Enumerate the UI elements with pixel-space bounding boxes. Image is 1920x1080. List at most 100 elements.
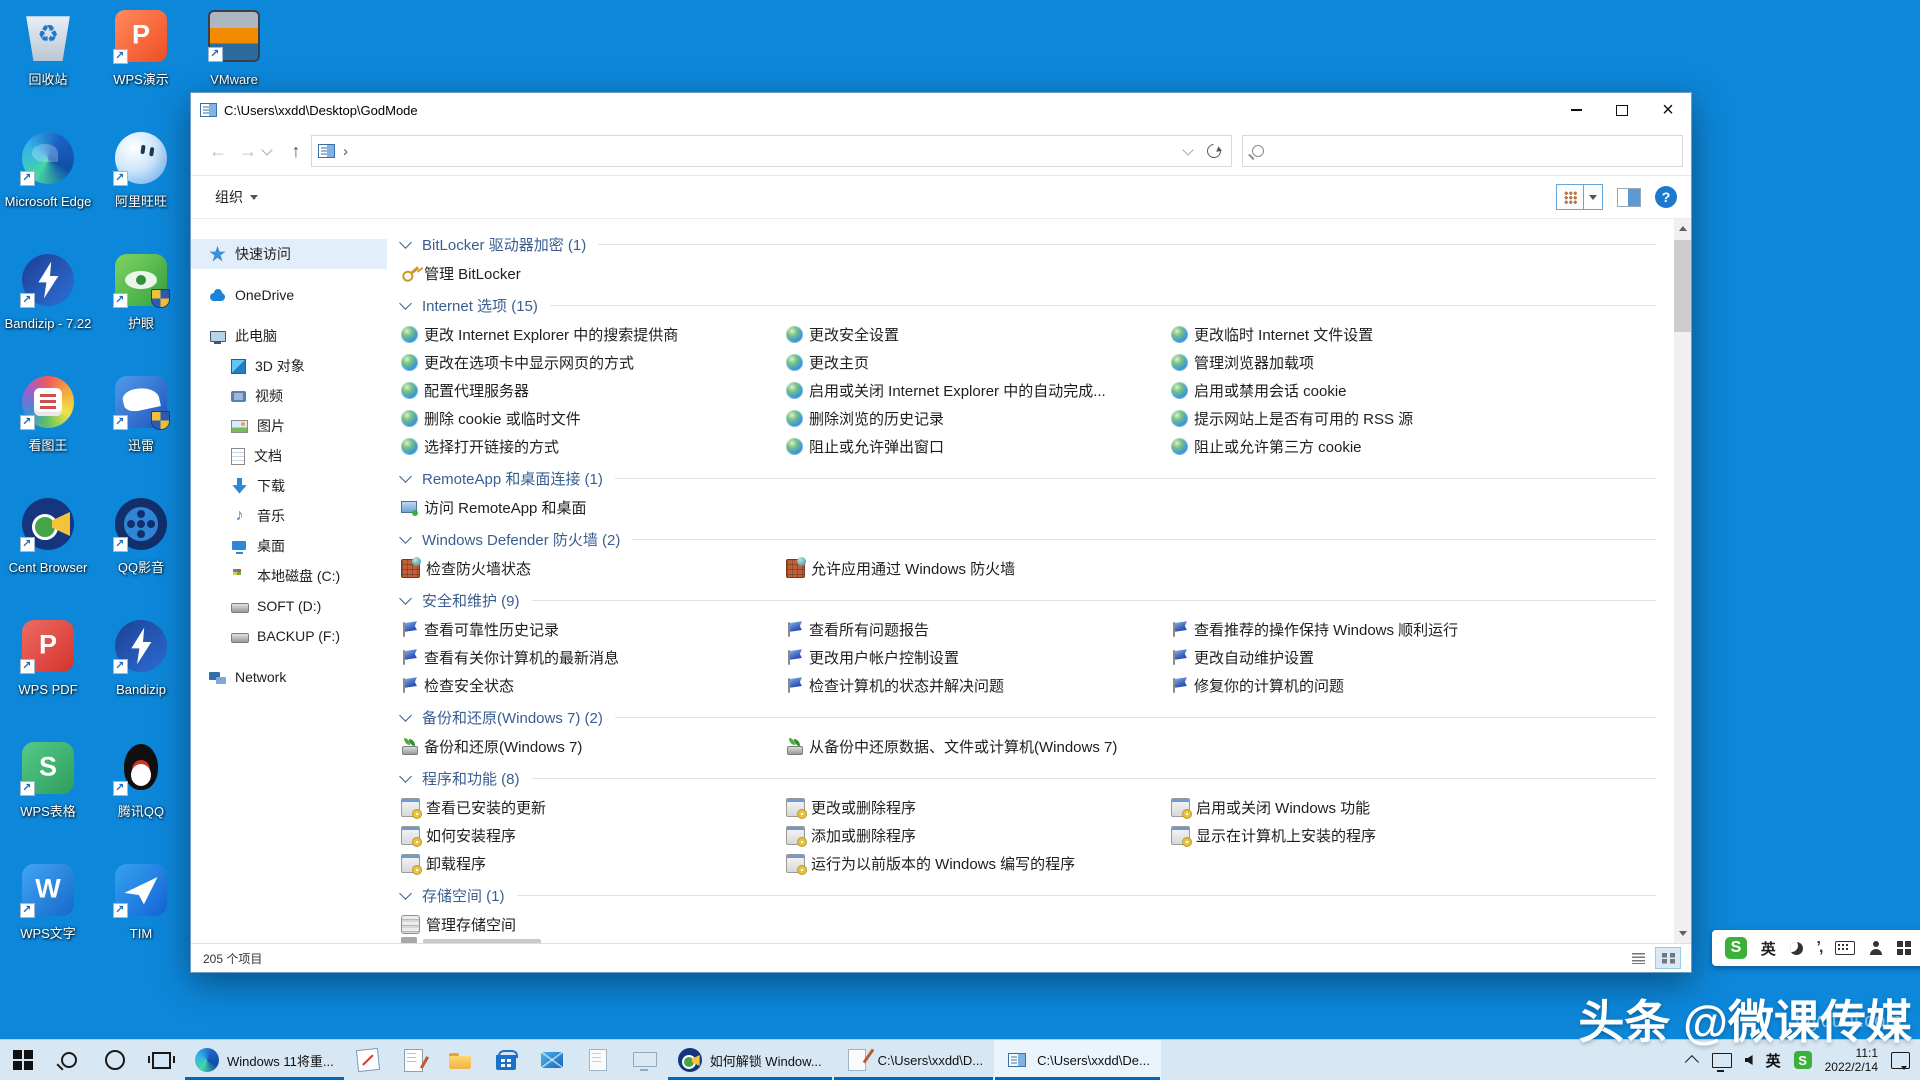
task-item[interactable]: 更改或删除程序	[784, 793, 1169, 821]
task-item[interactable]: 删除浏览的历史记录	[784, 404, 1169, 432]
moon-icon[interactable]	[1790, 942, 1803, 955]
punctuation-toggle[interactable]: ’,	[1817, 939, 1822, 957]
collapse-chevron-icon[interactable]	[399, 236, 412, 249]
address-bar[interactable]: ›	[311, 135, 1232, 167]
sidebar-item-3d-对象[interactable]: 3D 对象	[191, 351, 387, 381]
group-header[interactable]: 备份和还原(Windows 7) (2)	[399, 702, 1674, 732]
task-item[interactable]: 阻止或允许第三方 cookie	[1169, 432, 1413, 460]
desktop-icon-wpspdf[interactable]: WPS PDF	[2, 620, 94, 697]
task-item[interactable]: 检查安全状态	[399, 671, 784, 699]
desktop-icon-qqplayer[interactable]: QQ影音	[95, 498, 187, 575]
task-item[interactable]: 启用或关闭 Internet Explorer 中的自动完成...	[784, 376, 1169, 404]
task-item[interactable]: 管理浏览器加载项	[1169, 348, 1413, 376]
collapse-chevron-icon[interactable]	[399, 709, 412, 722]
desktop-icon-wpp[interactable]: WPS演示	[95, 10, 187, 87]
maximize-button[interactable]	[1599, 93, 1645, 127]
task-item[interactable]: 备份和还原(Windows 7)	[399, 732, 784, 760]
ime-mode-indicator[interactable]: 英	[1766, 1050, 1781, 1071]
action-center-button[interactable]	[1891, 1052, 1910, 1069]
task-item[interactable]: 配置代理服务器	[399, 376, 784, 404]
task-view-button[interactable]	[138, 1040, 184, 1080]
task-item[interactable]: 提示网站上是否有可用的 RSS 源	[1169, 404, 1413, 432]
task-item[interactable]: 显示在计算机上安装的程序	[1169, 821, 1376, 849]
search-input[interactable]	[1264, 135, 1682, 167]
preview-pane-button[interactable]	[1617, 188, 1641, 207]
desktop-icon-edge[interactable]: Microsoft Edge	[2, 132, 94, 209]
desktop-icon-recycle[interactable]: 回收站	[2, 10, 94, 87]
organize-button[interactable]: 组织	[215, 187, 258, 207]
task-item[interactable]: 管理 BitLocker	[399, 259, 784, 287]
sidebar-item-soft-(d:)[interactable]: SOFT (D:)	[191, 591, 387, 621]
task-item[interactable]: 更改 Internet Explorer 中的搜索提供商	[399, 320, 784, 348]
task-item[interactable]: 更改在选项卡中显示网页的方式	[399, 348, 784, 376]
taskbar-button-notepad2[interactable]: C:\Users\xxdd\D...	[833, 1040, 994, 1080]
desktop-icon-qq[interactable]: 腾讯QQ	[95, 742, 187, 819]
task-item[interactable]: 允许应用通过 Windows 防火墙	[784, 554, 1169, 582]
group-header[interactable]: 程序和功能 (8)	[399, 763, 1674, 793]
task-item[interactable]: 添加或删除程序	[784, 821, 1169, 849]
task-item[interactable]: 卸载程序	[399, 849, 784, 877]
sidebar-item-onedrive[interactable]: OneDrive	[191, 280, 387, 310]
sidebar-item-backup-(f:)[interactable]: BACKUP (F:)	[191, 621, 387, 651]
group-header[interactable]: 存储空间 (1)	[399, 880, 1674, 910]
group-header[interactable]: BitLocker 驱动器加密 (1)	[399, 229, 1674, 259]
desktop-icon-wangwang[interactable]: 阿里旺旺	[95, 132, 187, 209]
cortana-button[interactable]	[92, 1040, 138, 1080]
vertical-scrollbar[interactable]	[1674, 219, 1691, 943]
scroll-down-button[interactable]	[1674, 926, 1691, 943]
task-item[interactable]: 如何安装程序	[399, 821, 784, 849]
task-item[interactable]: 启用或禁用会话 cookie	[1169, 376, 1413, 404]
task-item[interactable]: 查看可靠性历史记录	[399, 615, 784, 643]
sidebar-item-快速访问[interactable]: 快速访问	[191, 239, 387, 269]
collapse-chevron-icon[interactable]	[399, 470, 412, 483]
task-item[interactable]: 查看推荐的操作保持 Windows 顺利运行	[1169, 615, 1458, 643]
taskbar-pinned-folder[interactable]	[437, 1040, 483, 1080]
task-item[interactable]: 启用或关闭 Windows 功能	[1169, 793, 1376, 821]
task-item[interactable]: 查看所有问题报告	[784, 615, 1169, 643]
desktop-icon-wpswps[interactable]: WPS文字	[2, 864, 94, 941]
title-bar[interactable]: C:\Users\xxdd\Desktop\GodMode	[191, 93, 1691, 127]
taskbar-button-edge[interactable]: Windows 11将重...	[184, 1040, 345, 1080]
details-view-button[interactable]	[1625, 947, 1651, 969]
sidebar-item-network[interactable]: Network	[191, 662, 387, 692]
scrollbar-thumb[interactable]	[1674, 240, 1691, 332]
sidebar-item-文档[interactable]: 文档	[191, 441, 387, 471]
close-button[interactable]	[1645, 93, 1691, 127]
view-dropdown-button[interactable]	[1584, 191, 1602, 204]
task-item[interactable]: 更改安全设置	[784, 320, 1169, 348]
hidden-icons-chevron[interactable]	[1684, 1055, 1698, 1069]
icons-view-button[interactable]	[1557, 185, 1584, 209]
volume-tray-icon[interactable]	[1745, 1055, 1753, 1065]
sogou-ime-toolbar[interactable]: S 英 ’,	[1712, 930, 1920, 966]
breadcrumb-chevron-icon[interactable]: ›	[343, 143, 348, 160]
task-item[interactable]: 查看已安装的更新	[399, 793, 784, 821]
collapse-chevron-icon[interactable]	[399, 531, 412, 544]
sogou-logo-icon[interactable]: S	[1725, 937, 1747, 959]
group-header[interactable]: Internet 选项 (15)	[399, 290, 1674, 320]
desktop-icon-cent[interactable]: Cent Browser	[2, 498, 94, 575]
taskbar-pinned-store[interactable]	[483, 1040, 529, 1080]
sidebar-item-本地磁盘-(c:)[interactable]: 本地磁盘 (C:)	[191, 561, 387, 591]
group-header[interactable]: 安全和维护 (9)	[399, 585, 1674, 615]
task-item[interactable]: 更改自动维护设置	[1169, 643, 1458, 671]
sidebar-item-音乐[interactable]: ♪音乐	[191, 501, 387, 531]
keyboard-icon[interactable]	[1835, 941, 1855, 955]
task-item[interactable]: 更改用户帐户控制设置	[784, 643, 1169, 671]
up-button[interactable]: ↑	[281, 141, 311, 162]
task-item[interactable]: 检查计算机的状态并解决问题	[784, 671, 1169, 699]
address-dropdown-button[interactable]	[1175, 138, 1201, 164]
collapse-chevron-icon[interactable]	[399, 770, 412, 783]
scroll-up-button[interactable]	[1674, 219, 1691, 236]
person-icon[interactable]	[1869, 941, 1883, 955]
desktop-icon-vmware[interactable]: VMware	[188, 10, 280, 87]
taskbar-pinned-journal[interactable]	[391, 1040, 437, 1080]
desktop-icon-kantuwang[interactable]: 看图王	[2, 376, 94, 453]
task-item[interactable]: 管理存储空间	[399, 910, 784, 938]
task-item[interactable]: 删除 cookie 或临时文件	[399, 404, 784, 432]
taskbar-button-cent[interactable]: 如何解锁 Window...	[667, 1040, 833, 1080]
taskbar-pinned-mail[interactable]	[529, 1040, 575, 1080]
taskbar-pinned-paint[interactable]	[345, 1040, 391, 1080]
task-item[interactable]: 从备份中还原数据、文件或计算机(Windows 7)	[784, 732, 1169, 760]
desktop-icon-xunlei[interactable]: 迅雷	[95, 376, 187, 453]
history-dropdown-icon[interactable]	[261, 144, 272, 155]
